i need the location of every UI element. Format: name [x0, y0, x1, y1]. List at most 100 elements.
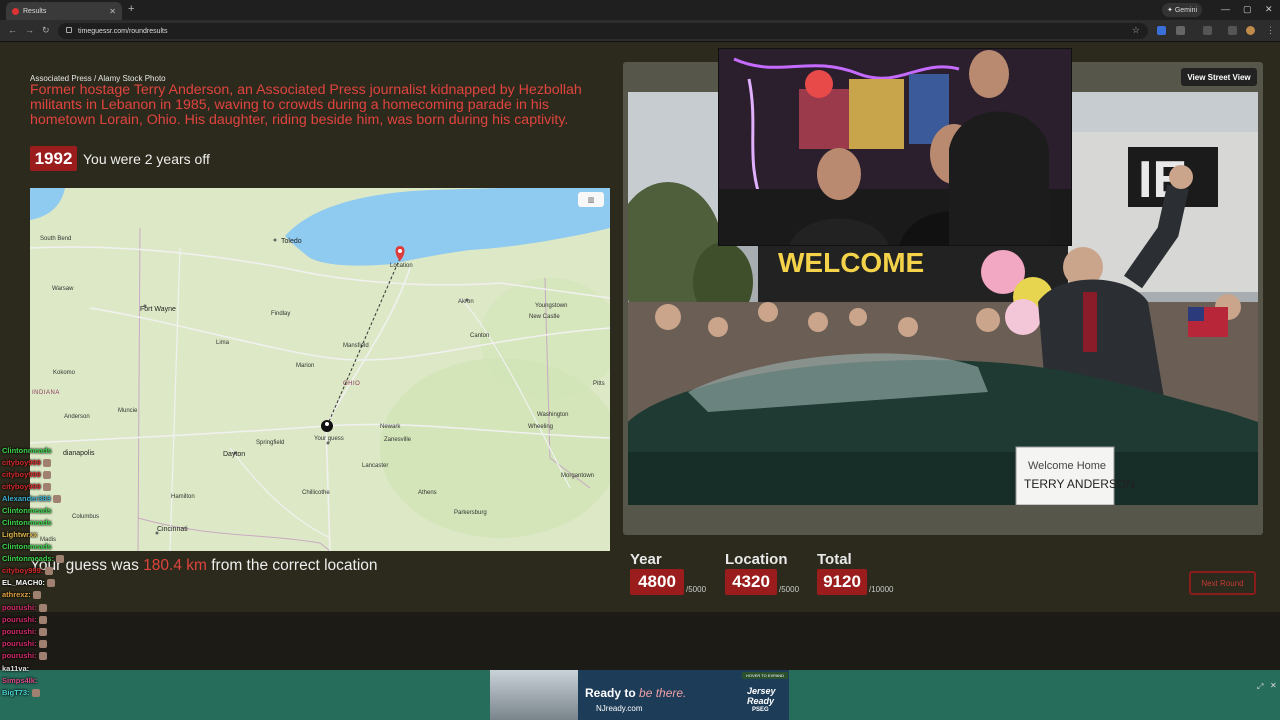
- maximize-icon[interactable]: ▢: [1243, 4, 1252, 15]
- address-bar-row: ← → ↻ timeguessr.com/roundresults ☆ ⋮: [0, 20, 1280, 42]
- emote-icon: [42, 459, 51, 468]
- webcam-illustration: [719, 49, 1071, 245]
- ad-image: [490, 670, 578, 720]
- chat-message: Simps4Ik:: [2, 676, 38, 685]
- url-bar[interactable]: timeguessr.com/roundresults ☆: [58, 23, 1148, 39]
- map-label: Warsaw: [52, 286, 74, 292]
- emote-icon: [32, 591, 41, 600]
- chat-message: Alexander383: [2, 494, 61, 504]
- map-label: Morgantown: [561, 473, 595, 479]
- map-label: Kokomo: [53, 370, 76, 376]
- emote-icon: [38, 604, 47, 613]
- map-label: Youngstown: [535, 303, 568, 309]
- reload-icon[interactable]: ↻: [42, 25, 50, 36]
- tab-title: Results: [23, 7, 47, 15]
- years-off-text: You were 2 years off: [83, 151, 210, 167]
- map-label: Wheeling: [528, 424, 554, 430]
- correct-year-badge: 1992: [30, 146, 77, 171]
- banner-ad[interactable]: HOVER TO EXPAND Ready to be there. NJrea…: [490, 670, 789, 720]
- favicon-icon: [12, 7, 19, 15]
- chat-message: pourushi:: [2, 627, 47, 637]
- sidepanel-icon[interactable]: [1228, 26, 1237, 35]
- chat-message: cityboy999:: [2, 566, 54, 576]
- map-label: Fort Wayne: [140, 306, 176, 313]
- map-label: Findlay: [271, 311, 291, 317]
- map-label: Chillicothe: [302, 490, 330, 496]
- map-label: dianapolis: [63, 450, 95, 457]
- close-tab-icon[interactable]: ✕: [109, 7, 116, 16]
- map-label: Canton: [470, 333, 490, 339]
- map-label: Parkersburg: [454, 510, 487, 516]
- forward-icon[interactable]: →: [25, 25, 34, 35]
- map-label: Toledo: [281, 238, 302, 245]
- emote-icon: [56, 555, 65, 564]
- back-icon[interactable]: ←: [8, 25, 17, 35]
- map-label: Akron: [458, 299, 474, 305]
- gemini-button[interactable]: ✦ Gemini: [1162, 3, 1202, 17]
- total-score-label: Total: [817, 551, 852, 568]
- map-label: Athens: [418, 490, 437, 496]
- map-label: INDIANA: [32, 390, 60, 396]
- map-label: Mansfield: [343, 343, 369, 349]
- result-map[interactable]: ▥ South Bend Toledo Warsaw Fort Wayne Fi…: [30, 188, 610, 551]
- minimize-icon[interactable]: —: [1221, 4, 1230, 14]
- year-score-label: Year: [630, 551, 662, 568]
- chat-message: pourushi:: [2, 639, 47, 649]
- emote-icon: [42, 483, 51, 492]
- total-score-max: /10000: [869, 585, 894, 594]
- browser-tab[interactable]: Results ✕: [6, 2, 122, 20]
- ad-url[interactable]: NJready.com: [596, 704, 643, 713]
- ad-logo: Jersey Ready: [747, 686, 776, 706]
- chat-message: Clintonmeads: [2, 506, 52, 515]
- menu-icon[interactable]: ⋮: [1266, 25, 1275, 36]
- location-score-label: Location: [725, 551, 788, 568]
- next-round-button[interactable]: Next Round: [1189, 571, 1256, 595]
- emote-icon: [38, 652, 47, 661]
- total-score-value: 9120: [817, 569, 867, 595]
- sign-line-2: TERRY ANDERSON: [1024, 477, 1135, 491]
- map-label: Zanesville: [384, 437, 412, 443]
- map-label: Dayton: [223, 451, 246, 458]
- close-ad-icon[interactable]: ✕: [1270, 681, 1277, 690]
- site-info-icon[interactable]: [66, 27, 72, 33]
- chat-message: cityboy999: [2, 458, 51, 468]
- guess-distance-value: 180.4 km: [143, 557, 207, 574]
- view-street-view-button[interactable]: View Street View: [1181, 68, 1257, 86]
- chat-message: cityboy999: [2, 470, 51, 480]
- map-label: Pitts: [593, 381, 605, 387]
- expand-ad-icon[interactable]: ⤢: [1257, 682, 1263, 692]
- extension-icon[interactable]: [1157, 26, 1166, 35]
- emote-icon: [46, 579, 55, 588]
- emote-icon: [38, 628, 47, 637]
- sparkle-icon: ✦: [1166, 7, 1173, 14]
- map-label: Marion: [296, 363, 315, 369]
- url-text: timeguessr.com/roundresults: [78, 27, 168, 35]
- chat-message: EL_MACH0:: [2, 578, 55, 588]
- emote-icon: [52, 495, 61, 504]
- chat-message: pourushi:: [2, 603, 47, 613]
- profile-avatar[interactable]: [1246, 26, 1255, 35]
- map-label: Muncie: [118, 408, 138, 414]
- chat-message: Lightwrxx: [2, 530, 38, 539]
- chat-message: BigT73:: [2, 688, 40, 698]
- ad-expand-tag[interactable]: HOVER TO EXPAND: [742, 672, 788, 679]
- year-score-max: /5000: [686, 585, 707, 594]
- map-background: [30, 188, 610, 551]
- new-tab-button[interactable]: +: [128, 3, 134, 15]
- map-label: New Castle: [529, 314, 560, 320]
- emote-icon: [31, 689, 40, 698]
- extensions-puzzle-icon[interactable]: [1176, 26, 1185, 35]
- media-icon[interactable]: [1203, 26, 1212, 35]
- svg-text:WELCOME: WELCOME: [778, 247, 924, 278]
- guess-distance-text: Your guess was 180.4 km from the correct…: [30, 557, 378, 574]
- close-window-icon[interactable]: ✕: [1265, 4, 1273, 15]
- map-label: Washington: [537, 412, 569, 418]
- map-label: Lima: [216, 340, 230, 346]
- emote-icon: [45, 567, 54, 576]
- emote-icon: [38, 640, 47, 649]
- map-label: Lancaster: [362, 463, 389, 469]
- map-layers-button[interactable]: ▥: [578, 192, 604, 207]
- map-label: Columbus: [72, 514, 100, 520]
- bookmark-star-icon[interactable]: ☆: [1132, 25, 1140, 36]
- map-label: Newark: [380, 424, 401, 430]
